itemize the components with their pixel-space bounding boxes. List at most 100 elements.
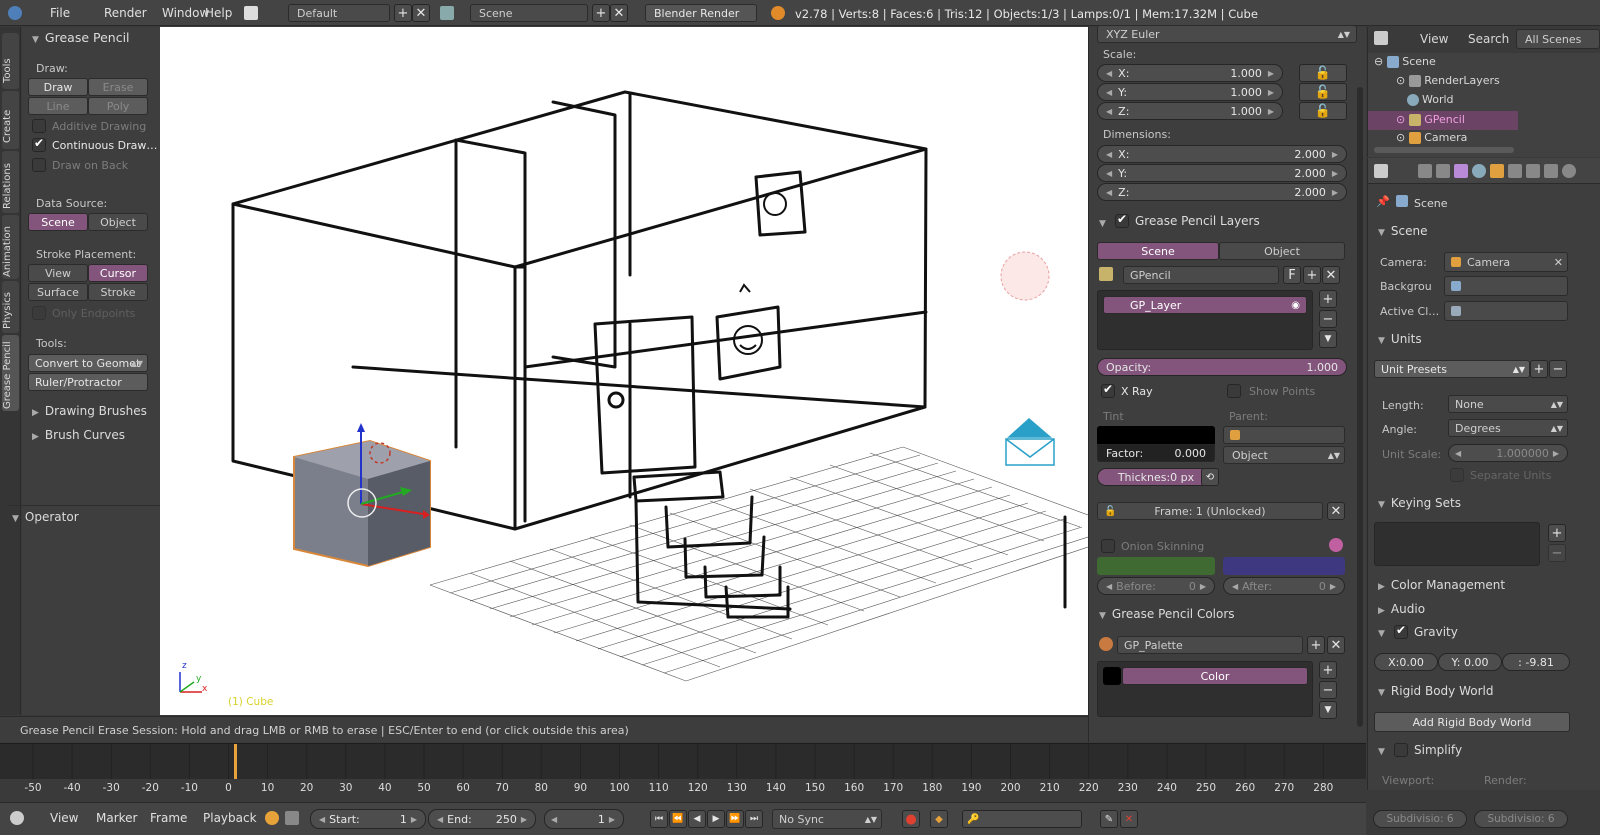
render-tab-icon[interactable]: [1418, 164, 1432, 178]
only-endpoints-checkbox[interactable]: [32, 306, 46, 320]
tint-color-swatch[interactable]: [1097, 426, 1215, 444]
subdivision-viewport-field[interactable]: Subdivisio: 6: [1373, 810, 1467, 828]
tab-relations[interactable]: Relations: [2, 151, 19, 213]
outliner-item-world[interactable]: World: [1396, 93, 1454, 106]
layout-remove-button[interactable]: ✕: [412, 4, 430, 22]
scene-remove-button[interactable]: ✕: [610, 4, 628, 22]
menu-window[interactable]: Window: [162, 6, 209, 20]
world-tab-icon[interactable]: [1472, 164, 1486, 178]
jump-end-button[interactable]: ⏭: [745, 810, 763, 828]
keying-set-add-button[interactable]: +: [1548, 524, 1566, 542]
tab-grease-pencil[interactable]: Grease Pencil: [2, 335, 19, 411]
pencil-icon[interactable]: [1099, 267, 1113, 281]
render-layers-tab-icon[interactable]: [1436, 164, 1450, 178]
timeline-menu-marker[interactable]: Marker: [96, 811, 137, 825]
thickness-field[interactable]: Thicknes:0 px: [1097, 468, 1215, 486]
lock-range-icon[interactable]: [285, 811, 299, 825]
additive-drawing-checkbox[interactable]: [32, 119, 46, 133]
timeline-menu-view[interactable]: View: [50, 811, 78, 825]
placement-view-button[interactable]: View: [28, 264, 88, 282]
next-keyframe-button[interactable]: ⏩: [726, 810, 744, 828]
panel-units-header[interactable]: ▼ Units: [1378, 332, 1422, 346]
gravity-x-field[interactable]: X:0.00: [1374, 653, 1438, 671]
scene-icon[interactable]: [440, 6, 454, 20]
opacity-slider[interactable]: Opacity: 1.000: [1097, 358, 1347, 376]
scale-z-field[interactable]: ◀ Z: 1.000 ▶: [1097, 102, 1283, 120]
insert-keyframe-button[interactable]: ✎: [1100, 810, 1118, 828]
outliner-menu-search[interactable]: Search: [1468, 32, 1509, 46]
panel-grease-pencil-header[interactable]: ▼ Grease Pencil: [32, 30, 130, 45]
before-frames-field[interactable]: ◀ Before: 0 ▶: [1097, 577, 1215, 595]
panel-drawing-brushes-header[interactable]: ▶ Drawing Brushes: [32, 404, 147, 418]
scene-select[interactable]: Scene: [470, 4, 588, 22]
keyframe-icon[interactable]: [265, 811, 279, 825]
scale-x-lock-icon[interactable]: 🔓: [1299, 64, 1347, 82]
outliner-item-gpencil[interactable]: ⊙ GPencil: [1368, 111, 1518, 130]
scale-y-field[interactable]: ◀ Y: 1.000 ▶: [1097, 83, 1283, 101]
layer-remove-button[interactable]: −: [1319, 310, 1337, 328]
timeline-menu-playback[interactable]: Playback: [203, 811, 257, 825]
color-row[interactable]: Color: [1122, 667, 1308, 685]
rotation-mode-select[interactable]: XYZ Euler ▲▼: [1097, 25, 1357, 43]
gpencil-datablock-field[interactable]: GPencil: [1123, 266, 1279, 284]
erase-button[interactable]: Erase: [88, 78, 148, 96]
gravity-y-field[interactable]: Y: 0.00: [1438, 653, 1502, 671]
play-button[interactable]: ▶: [707, 810, 725, 828]
frame-delete-button[interactable]: ✕: [1327, 502, 1345, 520]
tab-tools[interactable]: Tools: [2, 33, 19, 89]
pin-icon[interactable]: 📌: [1376, 195, 1390, 208]
prev-keyframe-button[interactable]: ⏪: [669, 810, 687, 828]
draw-on-back-checkbox[interactable]: [32, 158, 46, 172]
length-select[interactable]: None ▲▼: [1448, 395, 1568, 413]
current-frame-indicator[interactable]: [234, 744, 237, 779]
layer-add-button[interactable]: +: [1319, 290, 1337, 308]
subdivision-render-field[interactable]: Subdivisio: 6: [1474, 810, 1568, 828]
palette-add-button[interactable]: +: [1307, 636, 1325, 654]
camera-field[interactable]: Camera ✕: [1444, 252, 1568, 272]
end-frame-field[interactable]: ◀ End: 250 ▶: [428, 809, 536, 829]
layout-grid-icon[interactable]: [244, 6, 258, 20]
tab-animation[interactable]: Animation: [2, 215, 19, 279]
keying-set-remove-button[interactable]: −: [1548, 544, 1566, 562]
tab-physics[interactable]: Physics: [2, 281, 19, 333]
continuous-drawing-checkbox[interactable]: [32, 136, 46, 152]
placement-surface-button[interactable]: Surface: [28, 283, 88, 301]
clear-icon[interactable]: ✕: [1554, 256, 1563, 269]
dimension-z-field[interactable]: ◀ Z: 2.000 ▶: [1097, 183, 1347, 201]
background-field[interactable]: [1444, 276, 1568, 296]
info-editor-icon[interactable]: [8, 6, 22, 20]
frame-lock-field[interactable]: 🔓 Frame: 1 (Unlocked): [1097, 502, 1323, 520]
outliner-menu-view[interactable]: View: [1420, 32, 1448, 46]
unit-preset-add-button[interactable]: +: [1530, 360, 1548, 378]
layout-select[interactable]: Default: [288, 4, 390, 22]
outliner-item-scene[interactable]: ⊖ Scene: [1374, 55, 1436, 68]
record-button[interactable]: ●: [902, 810, 920, 828]
unit-scale-field[interactable]: ◀ 1.000000 ▶: [1448, 444, 1568, 462]
timeline[interactable]: -50 -40 -30 -20 -10 0 10 20 30 40 50 60 70 80 90 100 110…: [0, 743, 1366, 801]
scene-add-button[interactable]: +: [592, 4, 610, 22]
unit-presets-select[interactable]: Unit Presets ▲▼: [1374, 360, 1530, 378]
object-tab-icon[interactable]: [1490, 164, 1504, 178]
gpencil-add-button[interactable]: +: [1303, 266, 1321, 284]
dimension-x-field[interactable]: ◀ X: 2.000 ▶: [1097, 145, 1347, 163]
panel-gp-colors-header[interactable]: ▼ Grease Pencil Colors: [1099, 607, 1235, 621]
constraints-tab-icon[interactable]: [1508, 164, 1522, 178]
xray-checkbox[interactable]: [1101, 382, 1115, 398]
scene-tab-icon[interactable]: [1454, 164, 1468, 178]
layer-menu-button[interactable]: ▼: [1319, 330, 1337, 348]
parent-type-select[interactable]: Object ▲▼: [1223, 446, 1345, 464]
simplify-checkbox[interactable]: [1394, 743, 1408, 757]
tab-create[interactable]: Create: [2, 91, 19, 149]
properties-editor-icon[interactable]: [1374, 164, 1388, 178]
3d-viewport[interactable]: z x y (1) Cube: [160, 27, 1088, 715]
unit-preset-remove-button[interactable]: −: [1549, 360, 1567, 378]
palette-field[interactable]: GP_Palette: [1117, 636, 1303, 654]
outliner-editor-icon[interactable]: [1374, 31, 1388, 45]
add-rigid-body-world-button[interactable]: Add Rigid Body World: [1374, 712, 1570, 732]
angle-select[interactable]: Degrees ▲▼: [1448, 419, 1568, 437]
color-remove-button[interactable]: −: [1319, 681, 1337, 699]
before-color-swatch[interactable]: [1097, 557, 1215, 575]
draw-button[interactable]: Draw: [28, 78, 88, 96]
color-swatch-black[interactable]: [1103, 667, 1121, 685]
panel-keying-sets-header[interactable]: ▼ Keying Sets: [1378, 496, 1461, 510]
